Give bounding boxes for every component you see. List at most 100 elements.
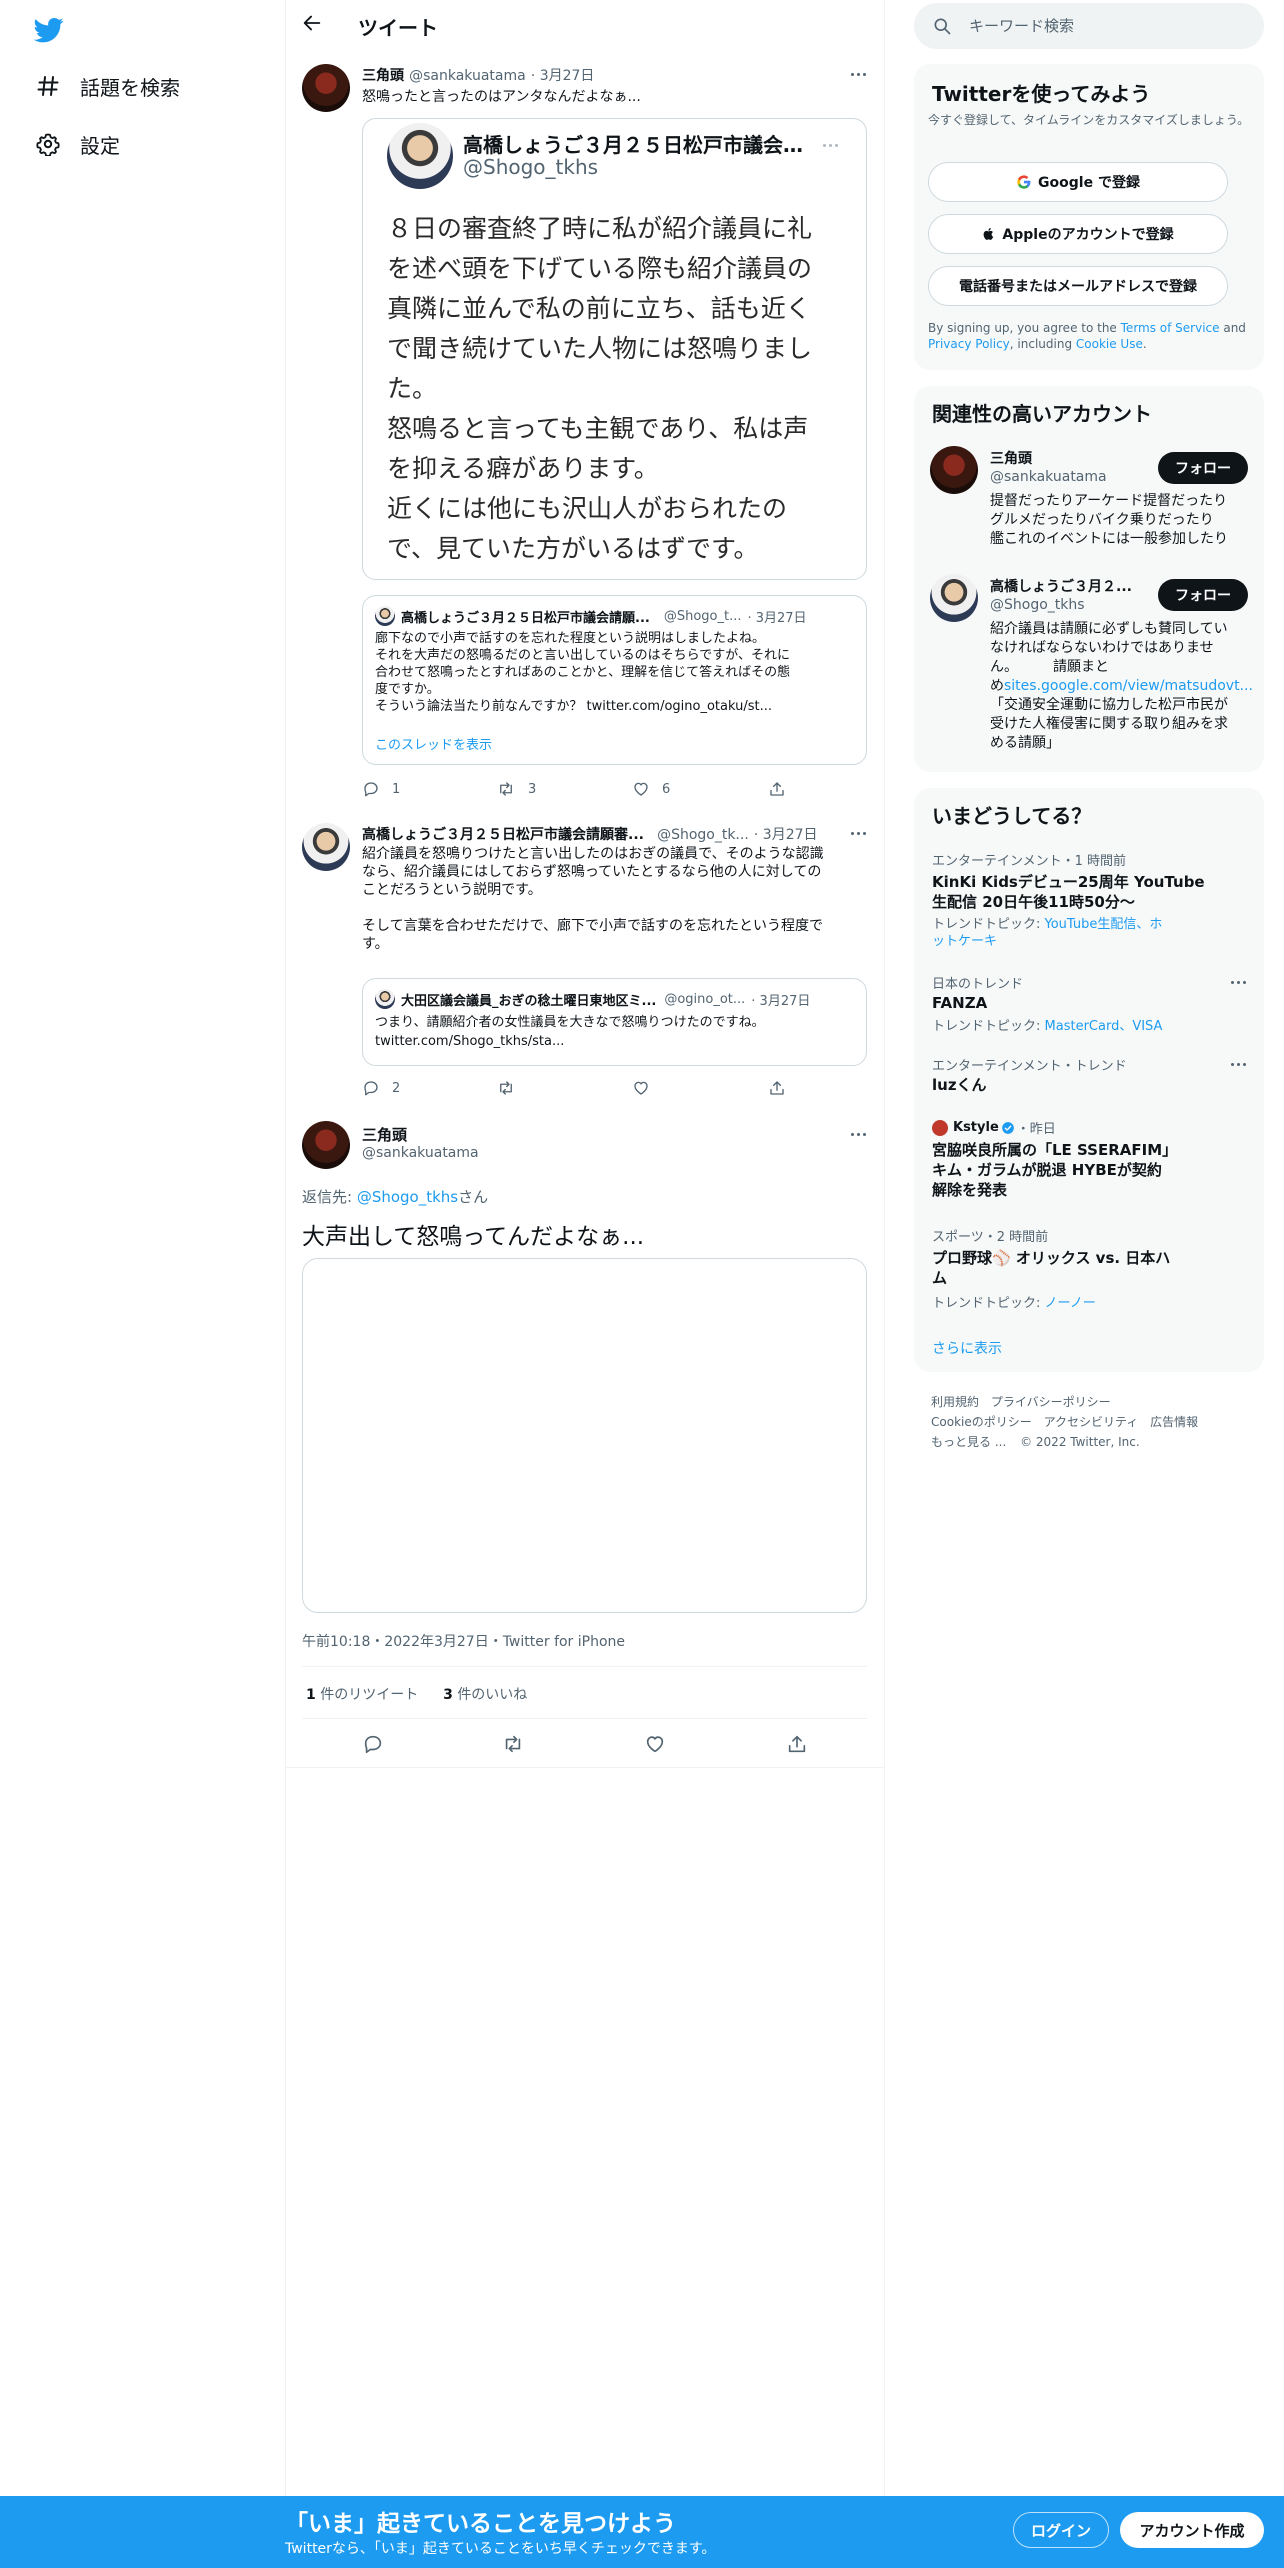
topic-link[interactable]: YouTube生配信、ホ (1045, 917, 1163, 932)
author-handle[interactable]: @Shogo_tk... (657, 827, 749, 843)
image-line: 怒鳴ると言っても主観であり、私は声 (387, 414, 809, 443)
share-button[interactable] (786, 1733, 820, 1755)
retweet-button[interactable] (496, 1079, 528, 1097)
topic-prefix: トレンドトピック: (932, 1019, 1045, 1034)
search-box[interactable] (914, 3, 1264, 49)
avatar[interactable] (302, 823, 350, 871)
terms-text: . (1142, 337, 1147, 351)
topic-link[interactable]: ットケーキ (932, 934, 997, 949)
main-tweet-text: 大声出して怒鳴ってんだよなぁ... (302, 1224, 645, 1250)
nav-settings[interactable]: 設定 (34, 124, 120, 164)
show-more-link[interactable]: さらに表示 (932, 1338, 1002, 1358)
account-handle[interactable]: @Shogo_tkhs (990, 597, 1085, 613)
like-button[interactable]: 6 (632, 780, 670, 798)
follow-button[interactable]: フォロー (1158, 452, 1248, 484)
author-name[interactable]: 三角頭 (362, 68, 404, 84)
signup-terms: By signing up, you agree to the Terms of… (928, 320, 1253, 352)
search-input[interactable] (969, 3, 1249, 49)
account-avatar[interactable] (930, 446, 978, 494)
source-avatar (932, 1119, 948, 1136)
twitter-logo-icon[interactable] (32, 15, 66, 45)
footer-link[interactable]: アクセシビリティ (1044, 1415, 1139, 1429)
reply-button[interactable] (362, 1733, 396, 1755)
image-line: 近くには他にも沢山人がおられたの (387, 494, 788, 523)
show-thread-link[interactable]: このスレッドを表示 (375, 734, 492, 753)
reply-suffix: さん (458, 1188, 489, 1206)
tweet-image[interactable]: 高橋しょうご３月２５日松戸市議会請願… @Shogo_tkhs ８日の審査終了時… (362, 118, 867, 580)
terms-link[interactable]: Terms of Service (1121, 321, 1220, 335)
trends-panel: いまどうしてる？ エンターテインメント・1 時間前 KinKi Kidsデビュー… (914, 788, 1264, 1372)
trend-meta: スポーツ・2 時間前 (932, 1230, 1049, 1245)
back-arrow-icon[interactable] (301, 12, 327, 38)
more-options-icon[interactable] (846, 1126, 870, 1142)
more-options-icon[interactable] (1226, 974, 1250, 990)
terms-text: , including (1009, 337, 1076, 351)
more-options-icon[interactable] (1226, 1056, 1250, 1072)
image-line: た。 (387, 374, 438, 403)
search-icon (932, 16, 952, 40)
image-author-name: 高橋しょうご３月２５日松戸市議会請願… (463, 133, 813, 157)
bio-link[interactable]: sites.google.com/view/matsudovt... (1004, 678, 1252, 694)
avatar[interactable] (302, 1121, 350, 1169)
more-options-icon[interactable] (846, 825, 870, 841)
tweet-line: す。 (362, 936, 389, 952)
footer-more-link[interactable]: もっと見る ... (931, 1435, 1006, 1449)
reply-button[interactable]: 2 (362, 1079, 400, 1097)
tweet-line: なら、紹介議員にはしておらず怒鳴っていたとするなら他の人に対しての (362, 864, 822, 880)
trend-title: FANZA (932, 994, 988, 1012)
account-name[interactable]: 高橋しょうご３月２... (990, 576, 1150, 596)
media-placeholder[interactable] (302, 1258, 867, 1613)
quoted-line: 合わせて怒鳴ったとすればあのことかと、理解を信じて答えればその態 (375, 665, 791, 680)
like-button[interactable] (632, 1079, 662, 1097)
login-button[interactable]: ログイン (1013, 2512, 1109, 2548)
like-button[interactable] (644, 1733, 678, 1755)
retweet-button[interactable]: 3 (496, 780, 536, 798)
quoted-header: 大田区議会議員_おぎの稔土曜日東地区ミ... @ogino_ot... · 3月… (375, 989, 810, 1009)
gear-icon (34, 130, 62, 158)
account-name[interactable]: 三角頭 (990, 448, 1032, 468)
author-handle[interactable]: @sankakuatama (362, 1145, 479, 1161)
footer-link[interactable]: 広告情報 (1150, 1415, 1198, 1429)
like-label[interactable]: 件のいいね (457, 1687, 527, 1703)
signup-title: Twitterを使ってみよう (932, 82, 1151, 106)
image-line: を抑える癖があります。 (387, 454, 659, 483)
account-avatar[interactable] (930, 574, 978, 622)
footer-link[interactable]: プライバシーポリシー (991, 1395, 1111, 1409)
trend-title-line: 宮脇咲良所属の「LE SSERAFIM」 (932, 1141, 1178, 1159)
share-button[interactable] (768, 1079, 798, 1097)
account-handle[interactable]: @sankakuatama (990, 469, 1107, 485)
quoted-tweet[interactable]: 大田区議会議員_おぎの稔土曜日東地区ミ... @ogino_ot... · 3月… (362, 978, 867, 1066)
privacy-link[interactable]: Privacy Policy (928, 337, 1010, 351)
tweet-date[interactable]: · 3月27日 (531, 68, 595, 84)
author-name[interactable]: 三角頭 (362, 1124, 407, 1145)
apple-signup-button[interactable]: Appleのアカウントで登録 (928, 214, 1228, 254)
nav-explore[interactable]: 話題を検索 (34, 66, 180, 106)
tweet-stats: 1 件のリツイート 3 件のいいね (306, 1684, 527, 1704)
author-handle[interactable]: @sankakuatama (409, 68, 526, 84)
share-button[interactable] (768, 780, 798, 798)
more-options-icon[interactable] (846, 66, 870, 82)
avatar[interactable] (302, 64, 350, 112)
tweet-date[interactable]: · 3月27日 (754, 827, 818, 843)
heart-icon (646, 1736, 664, 1753)
topic-link[interactable]: ノーノー (1045, 1296, 1096, 1311)
bio-line: なければならないわけではありませ (990, 640, 1214, 656)
google-signup-button[interactable]: Google で登録 (928, 162, 1228, 202)
reply-to-link[interactable]: @Shogo_tkhs (357, 1188, 458, 1206)
page-title: ツイート (358, 16, 438, 40)
author-name[interactable]: 高橋しょうご３月２５日松戸市議会請願審... (362, 827, 644, 843)
tweet-timestamp[interactable]: 午前10:18・2022年3月27日・Twitter for iPhone (302, 1631, 625, 1651)
signup-button[interactable]: アカウント作成 (1120, 2512, 1264, 2548)
cookie-link[interactable]: Cookie Use (1076, 337, 1143, 351)
retweet-button[interactable] (501, 1733, 537, 1755)
footer-link[interactable]: Cookieのポリシー (931, 1415, 1032, 1429)
nav-explore-label: 話題を検索 (80, 75, 180, 100)
topic-link[interactable]: MasterCard、VISA (1045, 1019, 1163, 1034)
follow-button[interactable]: フォロー (1158, 579, 1248, 611)
reply-button[interactable]: 1 (362, 780, 400, 798)
quoted-tweet[interactable]: 高橋しょうご３月２５日松戸市議会請願... @Shogo_t... · 3月27… (362, 595, 867, 765)
phone-signup-button[interactable]: 電話番号またはメールアドレスで登録 (928, 266, 1228, 306)
retweet-label[interactable]: 件のリツイート (320, 1687, 418, 1703)
footer-link[interactable]: 利用規約 (931, 1395, 979, 1409)
share-icon (770, 782, 784, 796)
